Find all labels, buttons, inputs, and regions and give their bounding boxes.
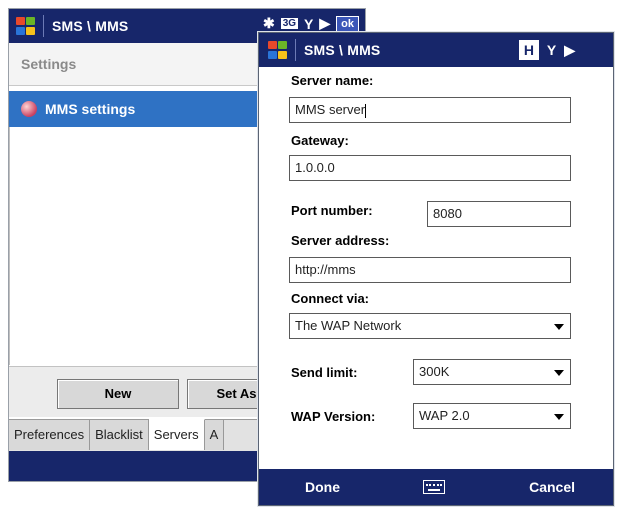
mms-server-dialog: SMS \ MMS H Υ ▶ Server name: MMS server … — [258, 32, 614, 506]
signal-icon: Υ — [546, 42, 557, 58]
send-limit-value: 300K — [419, 364, 450, 379]
dialog-title-bar: SMS \ MMS H Υ ▶ — [259, 33, 613, 67]
server-name-label: Server name: — [291, 73, 374, 88]
port-number-value: 8080 — [433, 206, 462, 221]
tab-blacklist[interactable]: Blacklist — [90, 420, 149, 450]
wap-version-label: WAP Version: — [291, 409, 376, 424]
server-address-value: http://mms — [295, 262, 356, 277]
port-number-input[interactable]: 8080 — [427, 201, 571, 227]
gateway-input[interactable]: 1.0.0.0 — [289, 155, 571, 181]
ok-button[interactable]: ok — [336, 15, 359, 32]
globe-icon — [21, 101, 37, 117]
connect-via-dropdown[interactable]: The WAP Network — [289, 313, 571, 339]
chevron-down-icon — [554, 370, 564, 376]
port-number-label: Port number: — [291, 203, 373, 218]
network-3g-icon: 3G — [280, 18, 299, 29]
tab-preferences[interactable]: Preferences — [9, 420, 91, 450]
done-softkey[interactable]: Done — [305, 479, 340, 495]
start-menu-icon[interactable] — [267, 40, 289, 60]
wap-version-value: WAP 2.0 — [419, 408, 470, 423]
server-address-label: Server address: — [291, 233, 390, 248]
dialog-title: SMS \ MMS — [304, 42, 381, 58]
start-menu-icon[interactable] — [15, 16, 37, 36]
gateway-label: Gateway: — [291, 133, 349, 148]
signal-icon: Υ — [304, 15, 314, 32]
chevron-down-icon — [554, 324, 564, 330]
gateway-value: 1.0.0.0 — [295, 160, 335, 175]
chevron-down-icon — [554, 414, 564, 420]
list-item-label: MMS settings — [45, 101, 136, 117]
volume-icon: ▶ — [319, 15, 331, 31]
server-address-input[interactable]: http://mms — [289, 257, 571, 283]
hspa-icon: H — [518, 40, 539, 60]
tab-servers[interactable]: Servers — [148, 419, 205, 450]
dialog-softkey-bar: Done Cancel — [259, 469, 613, 505]
send-limit-dropdown[interactable]: 300K — [413, 359, 571, 385]
wap-version-dropdown[interactable]: WAP 2.0 — [413, 403, 571, 429]
cancel-softkey[interactable]: Cancel — [529, 479, 575, 495]
server-name-input[interactable]: MMS server — [289, 97, 571, 123]
connect-via-label: Connect via: — [291, 291, 370, 306]
server-name-value: MMS server — [295, 102, 366, 117]
keyboard-icon[interactable] — [423, 480, 445, 494]
send-limit-label: Send limit: — [291, 365, 358, 380]
settings-header-label: Settings — [21, 56, 77, 72]
volume-icon: ▶ — [564, 41, 575, 58]
back-window-title: SMS \ MMS — [52, 18, 129, 34]
new-button[interactable]: New — [57, 379, 179, 409]
bluetooth-icon: ✱ — [262, 15, 275, 31]
tab-more[interactable]: A — [204, 420, 225, 450]
connect-via-value: The WAP Network — [295, 318, 402, 333]
